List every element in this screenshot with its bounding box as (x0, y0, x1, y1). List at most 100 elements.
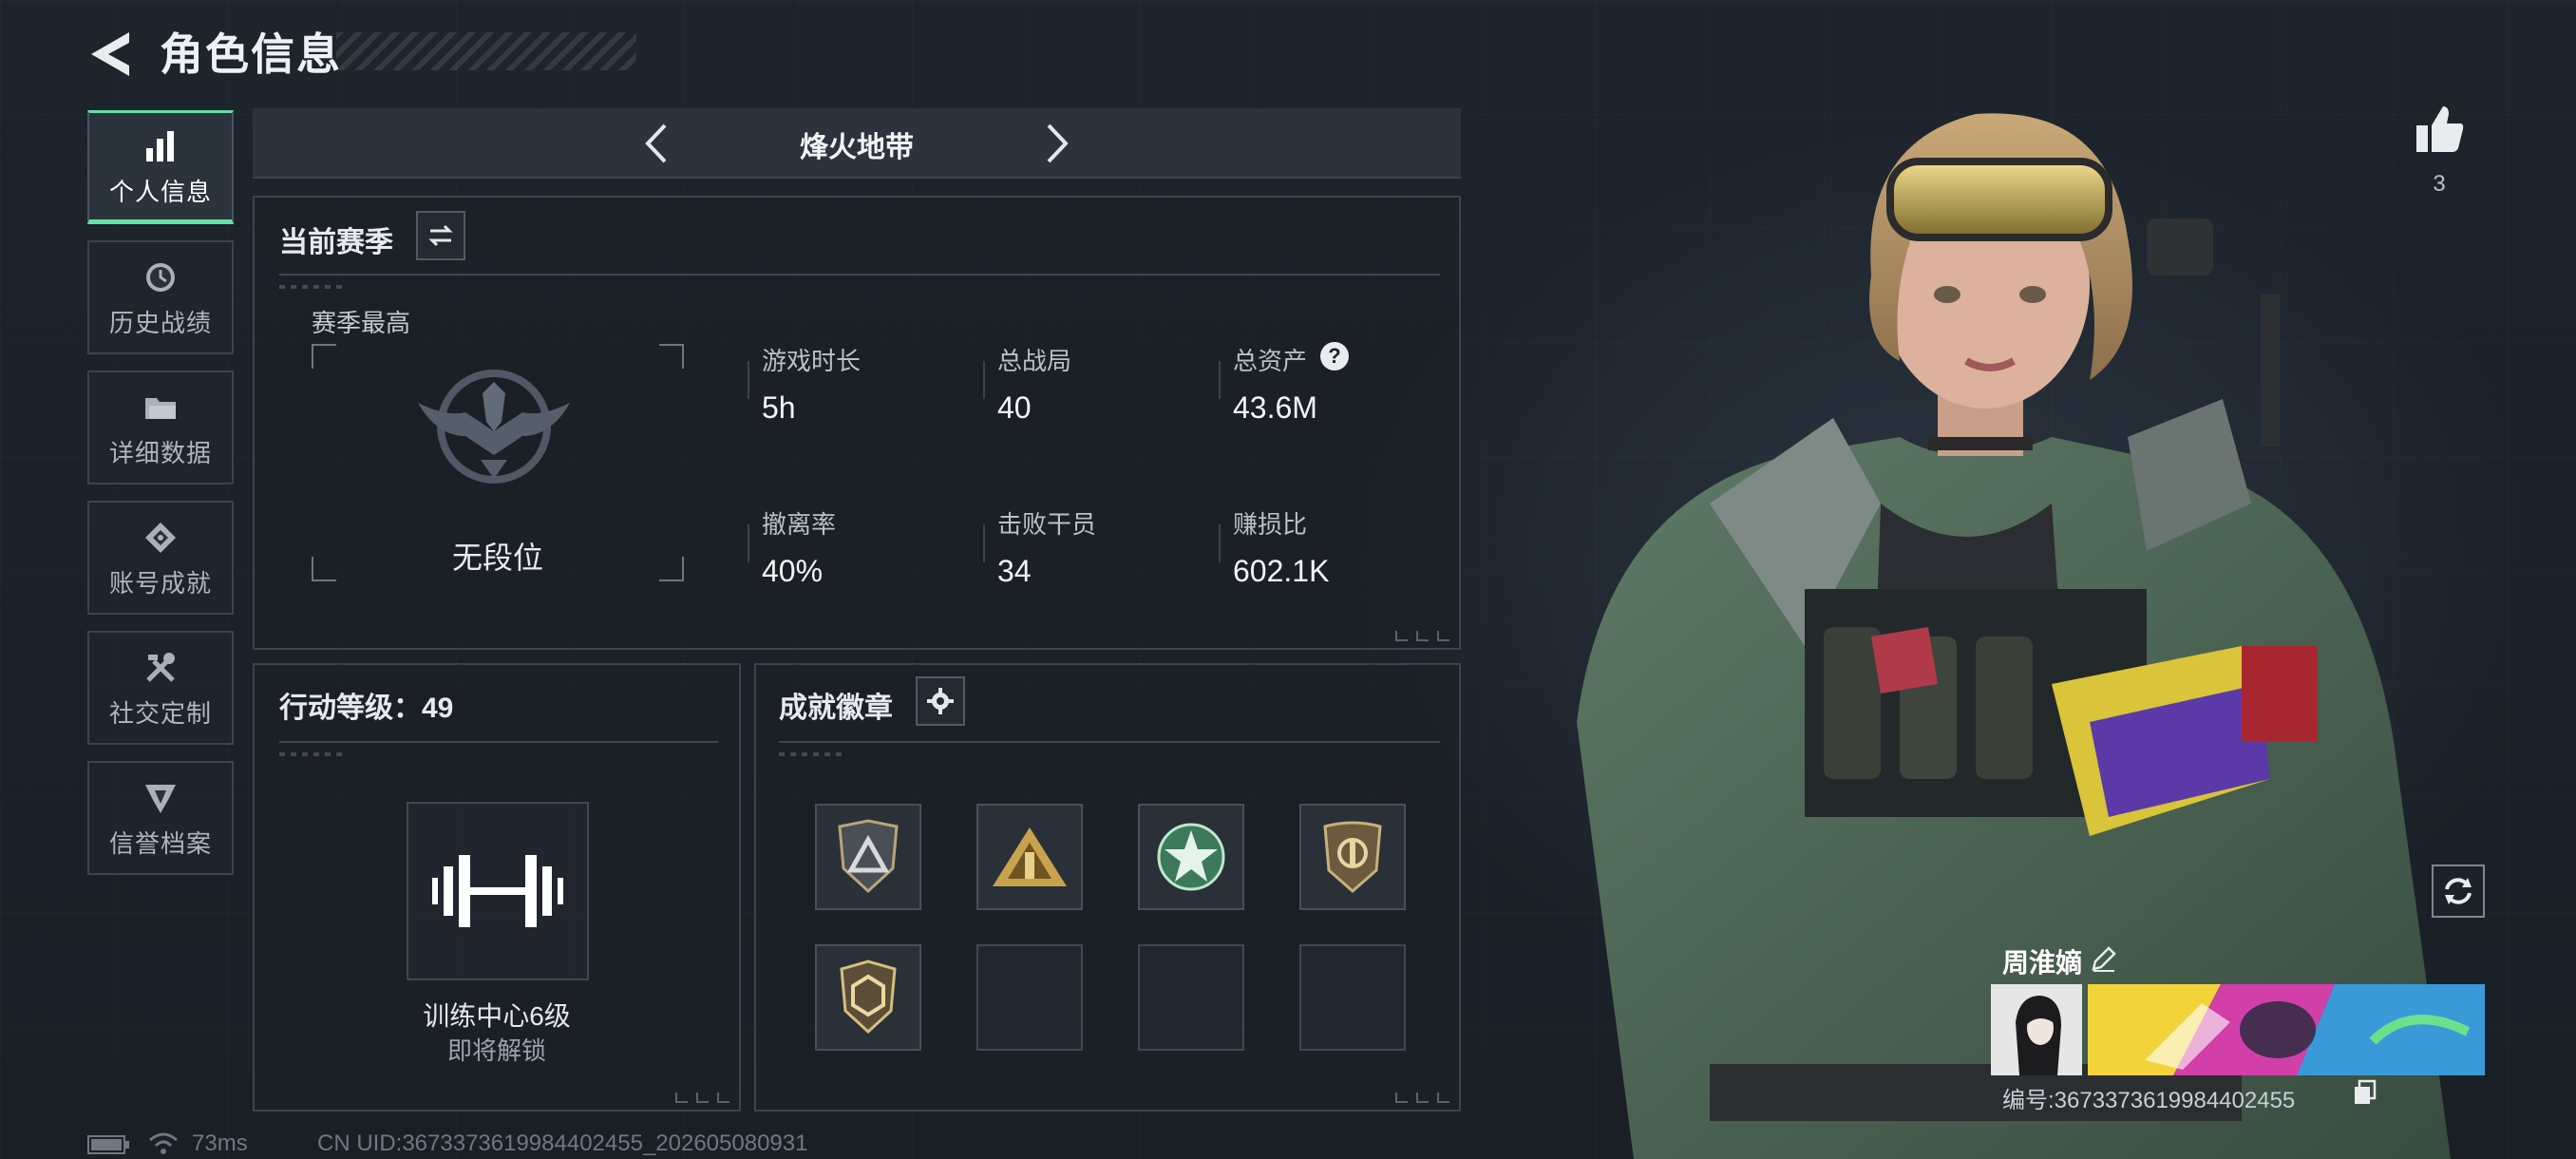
stat-value: 40% (762, 554, 824, 588)
stat-value: 34 (997, 554, 1032, 588)
corner-decoration (1395, 1092, 1449, 1103)
eagle-rank-icon (418, 370, 570, 484)
training-center-tile[interactable] (407, 802, 589, 980)
shield-emblem-icon (140, 777, 181, 819)
status-bar: 73ms CN UID:3673373619984402455_20260508… (87, 1127, 942, 1159)
stat-profit-loss-ratio: 赚损比 602.1K (1233, 505, 1329, 589)
sidebar-item-label: 账号成就 (108, 568, 212, 598)
back-button[interactable] (87, 27, 135, 82)
mode-title: 烽火地带 (800, 132, 914, 163)
empty-badge-slot[interactable] (1138, 944, 1244, 1051)
edit-name-button[interactable] (2090, 944, 2118, 973)
rank-label: 无段位 (451, 541, 543, 575)
chevron-right-icon (1047, 124, 1069, 163)
swap-icon (428, 224, 453, 247)
next-mode-button[interactable] (1033, 122, 1077, 165)
decor-ticks (279, 285, 346, 289)
refresh-button[interactable] (2432, 864, 2485, 918)
wifi-icon (149, 1132, 178, 1154)
stat-operators-defeated: 击败干员 34 (997, 505, 1096, 589)
facility-label: 训练中心6级 (423, 1001, 571, 1031)
copy-id-button[interactable] (2352, 1079, 2378, 1106)
page-title: 角色信息 (160, 29, 342, 79)
stat-value: 40 (997, 390, 1032, 425)
stat-value: 602.1K (1233, 554, 1330, 588)
sidebar-item-label: 社交定制 (108, 698, 212, 728)
mode-selector: 烽火地带 (253, 108, 1461, 179)
stat-label: 总战局 (997, 347, 1072, 375)
stat-value: 5h (762, 390, 796, 425)
stat-total-matches: 总战局 40 (997, 342, 1071, 426)
empty-badge-slot[interactable] (1299, 944, 1406, 1051)
sidebar-item-history[interactable]: 历史战绩 (87, 240, 234, 354)
sidebar-item-label: 信誉档案 (108, 828, 212, 858)
player-card: 周淮嫡 编号:3673373619984402455 (1991, 942, 2485, 1117)
battery-icon (87, 1135, 129, 1154)
sidebar-item-social[interactable]: 社交定制 (87, 631, 234, 745)
copy-icon (2355, 1079, 2377, 1104)
switch-season-button[interactable] (416, 211, 465, 260)
achievement-title: 成就徽章 (779, 693, 893, 724)
sidebar-item-detail-data[interactable]: 详细数据 (87, 370, 234, 484)
stat-play-time: 游戏时长 5h (762, 342, 861, 426)
divider (779, 741, 1440, 743)
action-level-panel: 行动等级：49 训练中心6级 即将解锁 (253, 663, 741, 1112)
stat-label: 游戏时长 (762, 347, 862, 375)
corner-decoration (1395, 631, 1449, 641)
uid-text: CN UID:3673373619984402455_202605080931 (317, 1130, 808, 1156)
profile-banner[interactable] (2088, 984, 2485, 1075)
season-title: 当前赛季 (279, 227, 393, 258)
sidebar-item-label: 详细数据 (108, 438, 212, 467)
pencil-icon (2092, 946, 2116, 972)
empty-badge-slot[interactable] (976, 944, 1083, 1051)
gear-icon (927, 688, 954, 714)
stat-total-assets: 总资产 43.6M (1233, 342, 1317, 426)
stat-label: 击败干员 (997, 510, 1097, 539)
like-button[interactable] (2413, 103, 2466, 156)
bar-chart-icon (140, 125, 181, 167)
like-count: 3 (2433, 171, 2446, 197)
stat-label: 撤离率 (762, 510, 837, 539)
stat-value: 43.6M (1233, 390, 1317, 425)
triangle-shield-badge[interactable] (815, 804, 921, 910)
avatar[interactable] (1991, 984, 2082, 1075)
tools-icon (140, 647, 181, 689)
golden-pyramid-badge[interactable] (976, 804, 1083, 910)
thumbs-up-icon (2416, 106, 2464, 152)
green-star-badge[interactable] (1138, 804, 1244, 910)
medal-icon (140, 517, 181, 559)
rank-display: 无段位 (312, 344, 684, 581)
divider (279, 274, 1440, 276)
back-arrow-icon (91, 32, 129, 76)
history-clock-icon (140, 256, 181, 298)
sidebar-item-achievements[interactable]: 账号成就 (87, 501, 234, 615)
stat-label: 总资产 (1233, 347, 1308, 375)
sidebar-item-label: 历史战绩 (108, 308, 212, 337)
divider (279, 741, 718, 743)
player-name: 周淮嫡 (2002, 948, 2083, 978)
title-decoration (336, 32, 636, 70)
refresh-icon (2445, 878, 2472, 904)
sidebar-item-reputation[interactable]: 信誉档案 (87, 761, 234, 875)
ping-value: 73ms (192, 1130, 248, 1156)
decor-ticks (779, 752, 845, 756)
stat-label: 赚损比 (1233, 510, 1308, 539)
unlock-status: 即将解锁 (446, 1036, 546, 1065)
help-icon[interactable]: ? (1320, 342, 1349, 370)
stat-extraction-rate: 撤离率 40% (762, 505, 836, 589)
sidebar: 个人信息 历史战绩 详细数据 账号成就 社交定制 信誉档案 (87, 110, 234, 891)
bronze-crest-badge[interactable] (1299, 804, 1406, 910)
season-highest-label: 赛季最高 (312, 309, 411, 337)
gold-hex-badge[interactable] (815, 944, 921, 1051)
decor-ticks (279, 752, 346, 756)
dumbbell-icon (432, 855, 563, 927)
folder-icon (140, 387, 181, 428)
badge-settings-button[interactable] (916, 676, 965, 726)
achievement-panel: 成就徽章 (754, 663, 1461, 1112)
sidebar-item-label: 个人信息 (108, 177, 212, 206)
corner-decoration (675, 1092, 729, 1103)
header: 角色信息 (87, 21, 636, 87)
sidebar-item-personal-info[interactable]: 个人信息 (87, 110, 234, 224)
action-level-title: 行动等级：49 (279, 693, 454, 724)
player-id: 编号:3673373619984402455 (2002, 1088, 2296, 1113)
